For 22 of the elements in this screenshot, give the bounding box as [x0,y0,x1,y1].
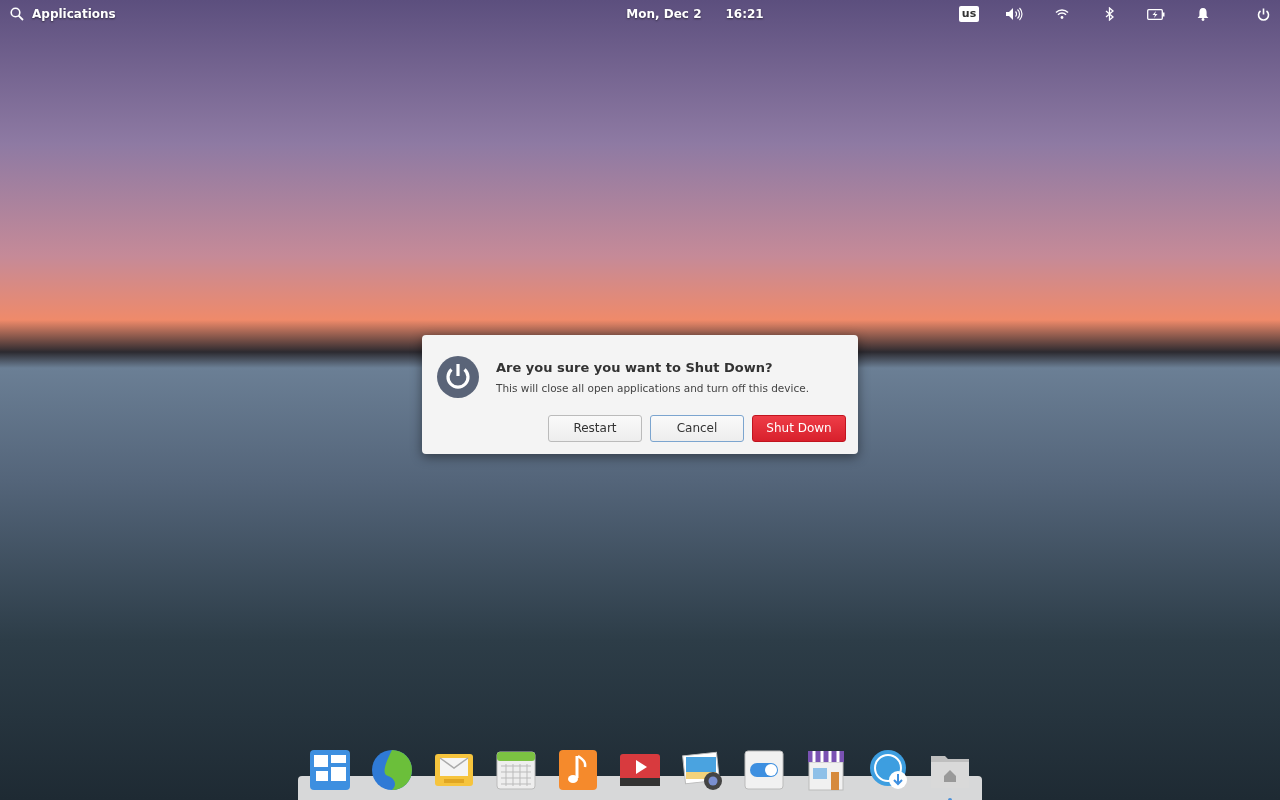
calendar-icon[interactable] [494,748,538,792]
applications-menu[interactable]: Applications [32,5,116,23]
power-icon[interactable] [1257,7,1270,21]
keyboard-layout-indicator[interactable]: us [958,6,980,22]
globe-icon[interactable] [370,748,414,792]
power-icon [436,354,480,399]
dialog-button[interactable]: Cancel [650,414,744,442]
shut-down-button[interactable]: Shut Down [752,414,846,442]
clock-label[interactable]: 16:21 [725,5,764,23]
dialog-button[interactable]: Restart [548,414,642,442]
search-icon[interactable] [10,7,24,21]
bluetooth-icon[interactable] [1104,7,1114,21]
toggle-switch-icon[interactable] [742,748,786,792]
windows-icon[interactable] [308,748,352,792]
wifi-icon[interactable] [1055,9,1069,19]
volume-icon[interactable] [1005,7,1023,21]
battery-icon[interactable] [1147,8,1165,20]
music-note-icon[interactable] [556,748,600,792]
dialog-title: Are you sure you want to Shut Down? [496,358,774,377]
date-label[interactable]: Mon, Dec 2 [626,5,702,23]
dialog-message: This will close all open applications and turn off this device. [496,381,810,396]
notification-bell-icon[interactable] [1197,7,1209,21]
